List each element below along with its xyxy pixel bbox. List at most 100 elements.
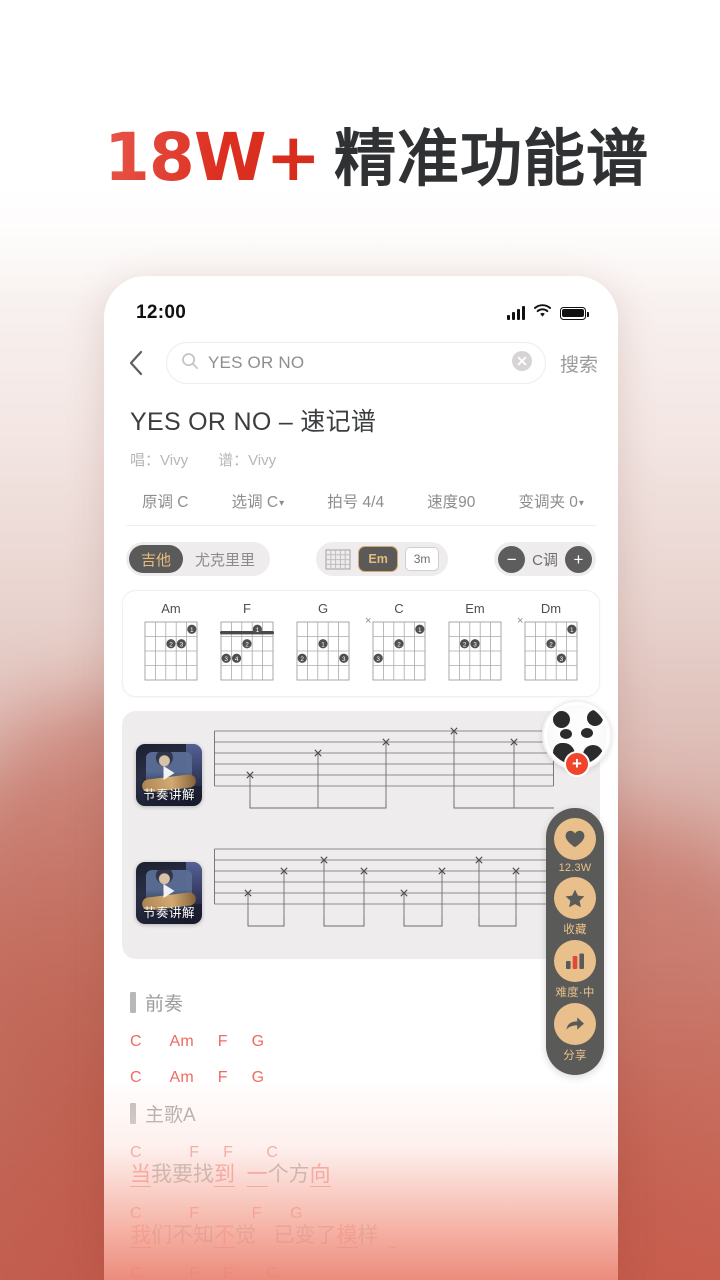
- star-icon: [554, 877, 596, 919]
- search-icon: [181, 352, 199, 375]
- like-count: 12.3W: [558, 862, 592, 874]
- search-submit-button[interactable]: 搜索: [560, 350, 598, 377]
- chord-name: F: [243, 601, 251, 616]
- svg-text:1: 1: [321, 641, 325, 648]
- meta-time-signature: 拍号 4/4: [327, 494, 385, 511]
- page-title: YES OR NO – 速记谱: [130, 408, 377, 436]
- section-name: 前奏: [145, 994, 184, 1015]
- chord-diagram[interactable]: G 1 2 3: [289, 601, 357, 684]
- svg-text:3: 3: [473, 641, 477, 648]
- play-triangle-icon: [163, 765, 175, 780]
- singer-label: 唱：Vivy: [130, 452, 189, 469]
- promo-headline-text: 精准功能谱: [333, 125, 649, 194]
- meta-capo[interactable]: 变调夹 0▾: [518, 490, 583, 512]
- action-rail: 12.3W 收藏 难度·中 分享: [546, 808, 604, 1075]
- section-marker: [130, 992, 136, 1013]
- instrument-option-guitar[interactable]: 吉他: [129, 545, 184, 573]
- promo-count: 18W+: [104, 119, 321, 196]
- chord-name: Em: [465, 601, 485, 616]
- svg-text:2: 2: [397, 641, 401, 648]
- share-arrow-icon: [554, 1003, 596, 1045]
- status-clock: 12:00: [136, 302, 187, 323]
- heart-icon: [554, 818, 596, 860]
- favorite-label: 收藏: [563, 924, 587, 936]
- difficulty-button[interactable]: 难度·中: [554, 940, 596, 1000]
- instrument-toggle[interactable]: 吉他 尤克里里: [126, 542, 271, 576]
- svg-text:2: 2: [463, 641, 467, 648]
- svg-text:3: 3: [342, 656, 346, 663]
- chord-line: C Am F G: [130, 1069, 265, 1086]
- svg-text:3: 3: [224, 656, 228, 663]
- search-input[interactable]: YES OR NO: [166, 342, 546, 384]
- chord-name: Am: [161, 601, 181, 616]
- chord-sheet: 前奏 C Am F G C Am F G 主歌A C F F C 当我要找到 一个方向 C …: [104, 959, 618, 1280]
- arranger-label: 谱：Vivy: [218, 452, 277, 469]
- chord-diagram-card: Am 1 2 3 F 1 2 3 4 G 1 2 3 C × 1 2 3 Em 2 3 Dm × 1 2 3: [122, 590, 600, 697]
- rhythm-video-thumbnail[interactable]: 节奏讲解: [136, 862, 202, 924]
- meta-selected-key[interactable]: 选调 C▾: [232, 490, 285, 512]
- search-bar-row: YES OR NO 搜索: [104, 336, 618, 388]
- rhythm-video-thumbnail[interactable]: 节奏讲解: [136, 744, 202, 806]
- chord-chip-primary[interactable]: Em: [358, 546, 399, 572]
- battery-full-icon: [560, 306, 589, 320]
- meta-original-key: 原调 C: [142, 494, 189, 511]
- chord-line: C Am F G: [130, 1033, 265, 1050]
- promo-headline: 18W+ 精准功能谱: [104, 108, 649, 198]
- promo-page: 18W+ 精准功能谱 12:00 YES OR NO 搜索 YES OR NO …: [0, 0, 720, 1280]
- chevron-left-icon[interactable]: [126, 348, 152, 378]
- tab-staff[interactable]: [214, 725, 586, 825]
- chord-line: C F F C: [130, 1144, 279, 1161]
- play-triangle-icon: [163, 883, 175, 898]
- lyric-line: 我们不知不觉 已变了模样: [130, 1223, 592, 1249]
- favorite-button[interactable]: 收藏: [554, 877, 596, 937]
- lyric-line: 当我要找到 一个方向: [130, 1163, 331, 1187]
- difficulty-label: 难度·中: [555, 987, 595, 999]
- chord-diagram[interactable]: Dm × 1 2 3: [517, 601, 585, 684]
- chord-line: C F F G: [130, 1204, 303, 1222]
- muted-string-icon: ×: [365, 615, 372, 627]
- rhythm-video-label: 节奏讲解: [142, 906, 195, 920]
- svg-text:1: 1: [256, 627, 260, 634]
- chord-name: C: [394, 601, 404, 616]
- clear-circle-icon[interactable]: [511, 350, 533, 377]
- key-decrease-button[interactable]: −: [498, 545, 526, 573]
- difficulty-bars-icon: [554, 940, 596, 982]
- chord-grid-icon[interactable]: [325, 549, 351, 570]
- chord-name: G: [317, 601, 329, 616]
- chord-line: C F F C: [130, 1265, 279, 1280]
- chord-diagram[interactable]: Am 1 2 3: [137, 601, 205, 684]
- chord-diagram[interactable]: Em 2 3: [441, 601, 509, 684]
- share-button[interactable]: 分享: [554, 1003, 596, 1063]
- like-button[interactable]: 12.3W: [554, 818, 596, 874]
- svg-text:3: 3: [560, 656, 564, 663]
- meta-tempo: 速度90: [427, 494, 476, 511]
- svg-text:2: 2: [169, 641, 173, 648]
- chord-diagram[interactable]: F 12 34: [213, 601, 281, 684]
- follow-author-button[interactable]: +: [564, 751, 590, 777]
- key-increase-button[interactable]: +: [565, 545, 592, 573]
- song-meta-row: 原调 C 选调 C▾ 拍号 4/4 速度90 变调夹 0▾: [126, 490, 596, 526]
- chord-diagram[interactable]: C × 1 2 3: [365, 601, 433, 684]
- svg-text:3: 3: [180, 641, 184, 648]
- sheet-line: C F F C我还在坚持 我们的信念: [130, 1264, 592, 1280]
- chord-chip-secondary[interactable]: 3m: [405, 547, 440, 571]
- sheet-line: C Am F G: [130, 1068, 592, 1088]
- svg-text:2: 2: [549, 641, 553, 648]
- key-stepper[interactable]: − C调 +: [494, 542, 596, 576]
- controls-row: 吉他 尤克里里 Em 3m − C调 +: [104, 526, 618, 576]
- svg-text:2: 2: [245, 641, 249, 648]
- svg-text:3: 3: [376, 656, 380, 663]
- share-label: 分享: [563, 1050, 587, 1062]
- avatar[interactable]: +: [542, 700, 612, 777]
- section-name: 主歌A: [145, 1105, 196, 1126]
- instrument-option-ukulele[interactable]: 尤克里里: [183, 545, 267, 573]
- svg-text:1: 1: [190, 627, 194, 634]
- tab-staff[interactable]: [214, 843, 586, 943]
- rhythm-tab-card: 节奏讲解 节奏讲解: [122, 711, 600, 959]
- song-header: YES OR NO – 速记谱 唱：Vivy 谱：Vivy: [104, 388, 618, 470]
- sheet-line: C Am F G: [130, 1032, 592, 1052]
- search-input-value: YES OR NO: [208, 353, 305, 372]
- cellular-signal-icon: [507, 306, 525, 320]
- chord-view-toggle[interactable]: Em 3m: [316, 542, 449, 576]
- svg-text:1: 1: [418, 627, 422, 634]
